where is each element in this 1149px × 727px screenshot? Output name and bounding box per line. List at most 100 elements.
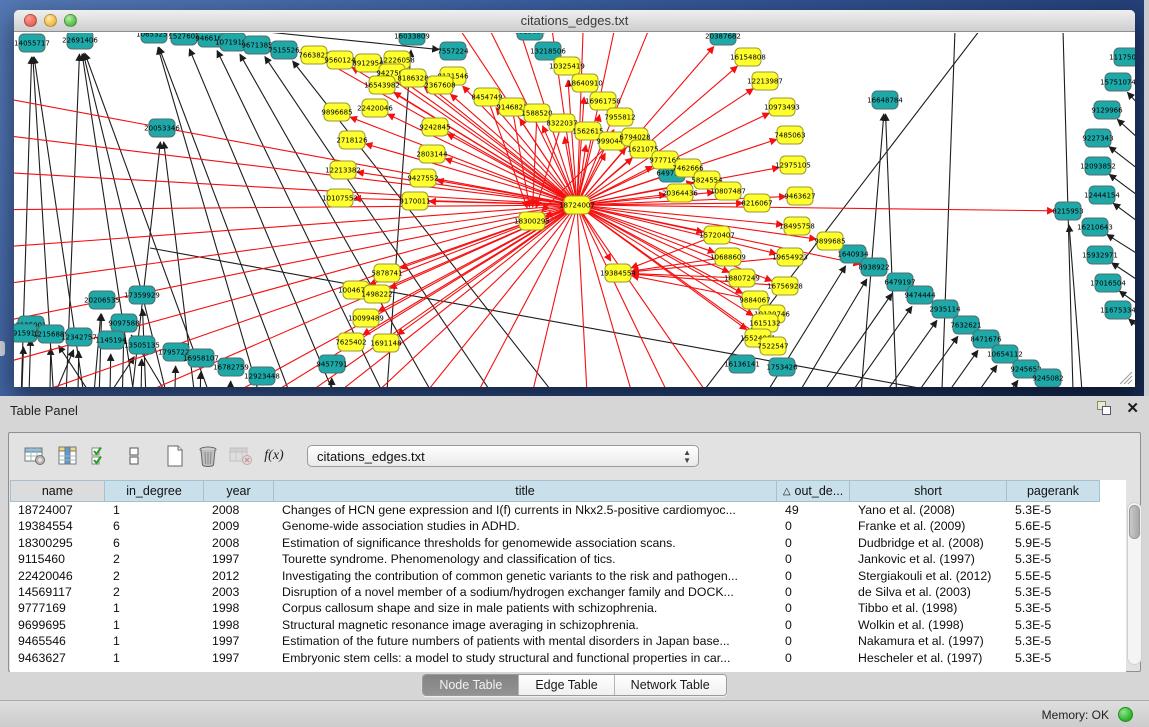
graph-node-11675334[interactable]: 11675334 <box>1100 301 1135 319</box>
graph-node-7515526[interactable]: 7515526 <box>268 41 300 59</box>
network-canvas[interactable]: 1872400714055717226914061065325715276029… <box>14 33 1135 387</box>
cell-year[interactable]: 2008 <box>204 502 274 518</box>
new-attribute-icon[interactable] <box>161 442 189 470</box>
cell-in_degree[interactable]: 1 <box>105 617 204 633</box>
cell-pagerank[interactable]: 5.3E-5 <box>1007 617 1100 633</box>
cell-title[interactable]: Disruption of a novel member of a sodium… <box>274 584 777 600</box>
cell-out_de[interactable]: 49 <box>777 502 850 518</box>
graph-node-16543982[interactable]: 16543982 <box>364 76 400 94</box>
graph-node-15751074[interactable]: 15751074 <box>1100 73 1135 91</box>
cell-short[interactable]: Nakamura et al. (1997) <box>850 633 1007 649</box>
graph-node-22420046[interactable]: 22420046 <box>357 99 393 117</box>
cell-pagerank[interactable]: 5.3E-5 <box>1007 502 1100 518</box>
graph-node-10653257[interactable]: 10653257 <box>136 33 172 43</box>
cell-in_degree[interactable]: 2 <box>105 568 204 584</box>
graph-node-1145194[interactable]: 1145194 <box>95 331 127 349</box>
graph-node-8215953[interactable]: 8215953 <box>1052 202 1083 220</box>
column-header-year[interactable]: year <box>204 480 274 502</box>
cell-out_de[interactable]: 0 <box>777 518 850 534</box>
cell-title[interactable]: Changes of HCN gene expression and I(f) … <box>274 502 777 518</box>
table-row[interactable]: 1456911722003Disruption of a novel membe… <box>10 584 1126 600</box>
cell-title[interactable]: Structural magnetic resonance image aver… <box>274 617 777 633</box>
select-columns-icon[interactable] <box>54 442 82 470</box>
graph-node-10107552[interactable]: 10107552 <box>322 189 358 207</box>
graph-node-18300295[interactable]: 18300295 <box>514 212 550 230</box>
graph-node-16961758[interactable]: 16961758 <box>585 92 621 110</box>
cell-pagerank[interactable]: 5.3E-5 <box>1007 551 1100 567</box>
graph-node-19384554[interactable]: 19384554 <box>600 264 636 282</box>
cell-in_degree[interactable]: 6 <box>105 535 204 551</box>
cell-year[interactable]: 1997 <box>204 633 274 649</box>
column-header-name[interactable]: name <box>10 480 105 502</box>
graph-node-9097588[interactable]: 9097588 <box>108 314 139 332</box>
close-window-icon[interactable] <box>24 14 37 27</box>
close-panel-icon[interactable]: ✕ <box>1126 401 1139 416</box>
cell-out_de[interactable]: 0 <box>777 584 850 600</box>
memory-status-indicator[interactable] <box>1118 707 1133 722</box>
cell-year[interactable]: 1997 <box>204 551 274 567</box>
table-row[interactable]: 946362711997Embryonic stem cells: a mode… <box>10 650 1126 666</box>
cell-out_de[interactable]: 0 <box>777 568 850 584</box>
graph-node-1753426[interactable]: 1753426 <box>766 358 798 376</box>
graph-node-9896685[interactable]: 9896685 <box>321 103 352 121</box>
graph-node-15720407[interactable]: 15720407 <box>699 226 735 244</box>
float-panel-icon[interactable] <box>1097 401 1112 416</box>
cell-short[interactable]: Stergiakouli et al. (2012) <box>850 568 1007 584</box>
cell-name[interactable]: 18300295 <box>10 535 105 551</box>
graph-node-1691148[interactable]: 1691148 <box>370 334 401 352</box>
graph-node-16210643[interactable]: 16210643 <box>1077 218 1113 236</box>
delete-table-icon[interactable] <box>227 442 255 470</box>
cell-in_degree[interactable]: 1 <box>105 600 204 616</box>
column-header-out_de[interactable]: △out_de... <box>777 480 850 502</box>
cell-pagerank[interactable]: 5.3E-5 <box>1007 633 1100 649</box>
table-row[interactable]: 911546021997Tourette syndrome. Phenomeno… <box>10 551 1126 567</box>
cell-pagerank[interactable]: 5.5E-5 <box>1007 568 1100 584</box>
graph-node-16756928[interactable]: 16756928 <box>767 277 803 295</box>
graph-node-9427552[interactable]: 9427552 <box>407 169 438 187</box>
graph-node-9474444[interactable]: 9474444 <box>904 286 936 304</box>
table-row[interactable]: 977716911998Corpus callosum shape and si… <box>10 600 1126 616</box>
table-settings-icon[interactable] <box>21 442 49 470</box>
network-window[interactable]: citations_edges.txt 18724007140557172269… <box>14 10 1135 387</box>
graph-node-12444154[interactable]: 12444154 <box>1084 186 1120 204</box>
graph-node-19654923[interactable]: 19654923 <box>772 248 808 266</box>
cell-in_degree[interactable]: 2 <box>105 551 204 567</box>
graph-node-12975105[interactable]: 12975105 <box>775 156 811 174</box>
cell-out_de[interactable]: 0 <box>777 650 850 666</box>
graph-node-7522547[interactable]: 7522547 <box>757 337 788 355</box>
column-header-pagerank[interactable]: pagerank <box>1007 480 1100 502</box>
table-scrollbar[interactable] <box>1127 502 1142 665</box>
graph-node-14055717[interactable]: 14055717 <box>14 34 50 52</box>
cell-in_degree[interactable]: 1 <box>105 502 204 518</box>
graph-node-2718126[interactable]: 2718126 <box>336 131 368 149</box>
cell-short[interactable]: Wolkin et al. (1998) <box>850 617 1007 633</box>
graph-node-8813054[interactable]: 8813054 <box>514 33 546 40</box>
cell-pagerank[interactable]: 5.3E-5 <box>1007 650 1100 666</box>
graph-node-18807249[interactable]: 18807249 <box>724 269 760 287</box>
graph-node-10807487[interactable]: 10807487 <box>710 182 746 200</box>
graph-node-10325419[interactable]: 10325419 <box>549 57 585 75</box>
graph-node-12093852[interactable]: 12093852 <box>1080 157 1116 175</box>
graph-node-9242845[interactable]: 9242845 <box>419 118 450 136</box>
graph-node-11175074[interactable]: 11175074 <box>1109 48 1135 66</box>
graph-node-18495758[interactable]: 18495758 <box>779 217 815 235</box>
collapsed-panel-handle[interactable] <box>0 341 5 356</box>
graph-node-8938922[interactable]: 8938922 <box>858 258 889 276</box>
column-header-short[interactable]: short <box>850 480 1007 502</box>
graph-node-2367608[interactable]: 2367608 <box>424 76 455 94</box>
table-row[interactable]: 969969511998Structural magnetic resonanc… <box>10 617 1126 633</box>
graph-node-17359929[interactable]: 17359929 <box>124 286 160 304</box>
graph-node-17016504[interactable]: 17016504 <box>1090 274 1126 292</box>
zoom-window-icon[interactable] <box>64 14 77 27</box>
graph-node-13505135[interactable]: 13505135 <box>124 336 160 354</box>
graph-node-12923448[interactable]: 12923448 <box>244 367 280 385</box>
graph-node-12213382[interactable]: 12213382 <box>325 161 361 179</box>
cell-year[interactable]: 2009 <box>204 518 274 534</box>
table-row[interactable]: 2242004622012Investigating the contribut… <box>10 568 1126 584</box>
cell-in_degree[interactable]: 6 <box>105 518 204 534</box>
cell-pagerank[interactable]: 5.6E-5 <box>1007 518 1100 534</box>
cell-pagerank[interactable]: 5.3E-5 <box>1007 600 1100 616</box>
cell-short[interactable]: Tibbo et al. (1998) <box>850 600 1007 616</box>
cell-in_degree[interactable]: 1 <box>105 650 204 666</box>
citation-network-graph[interactable]: 1872400714055717226914061065325715276029… <box>14 33 1135 387</box>
